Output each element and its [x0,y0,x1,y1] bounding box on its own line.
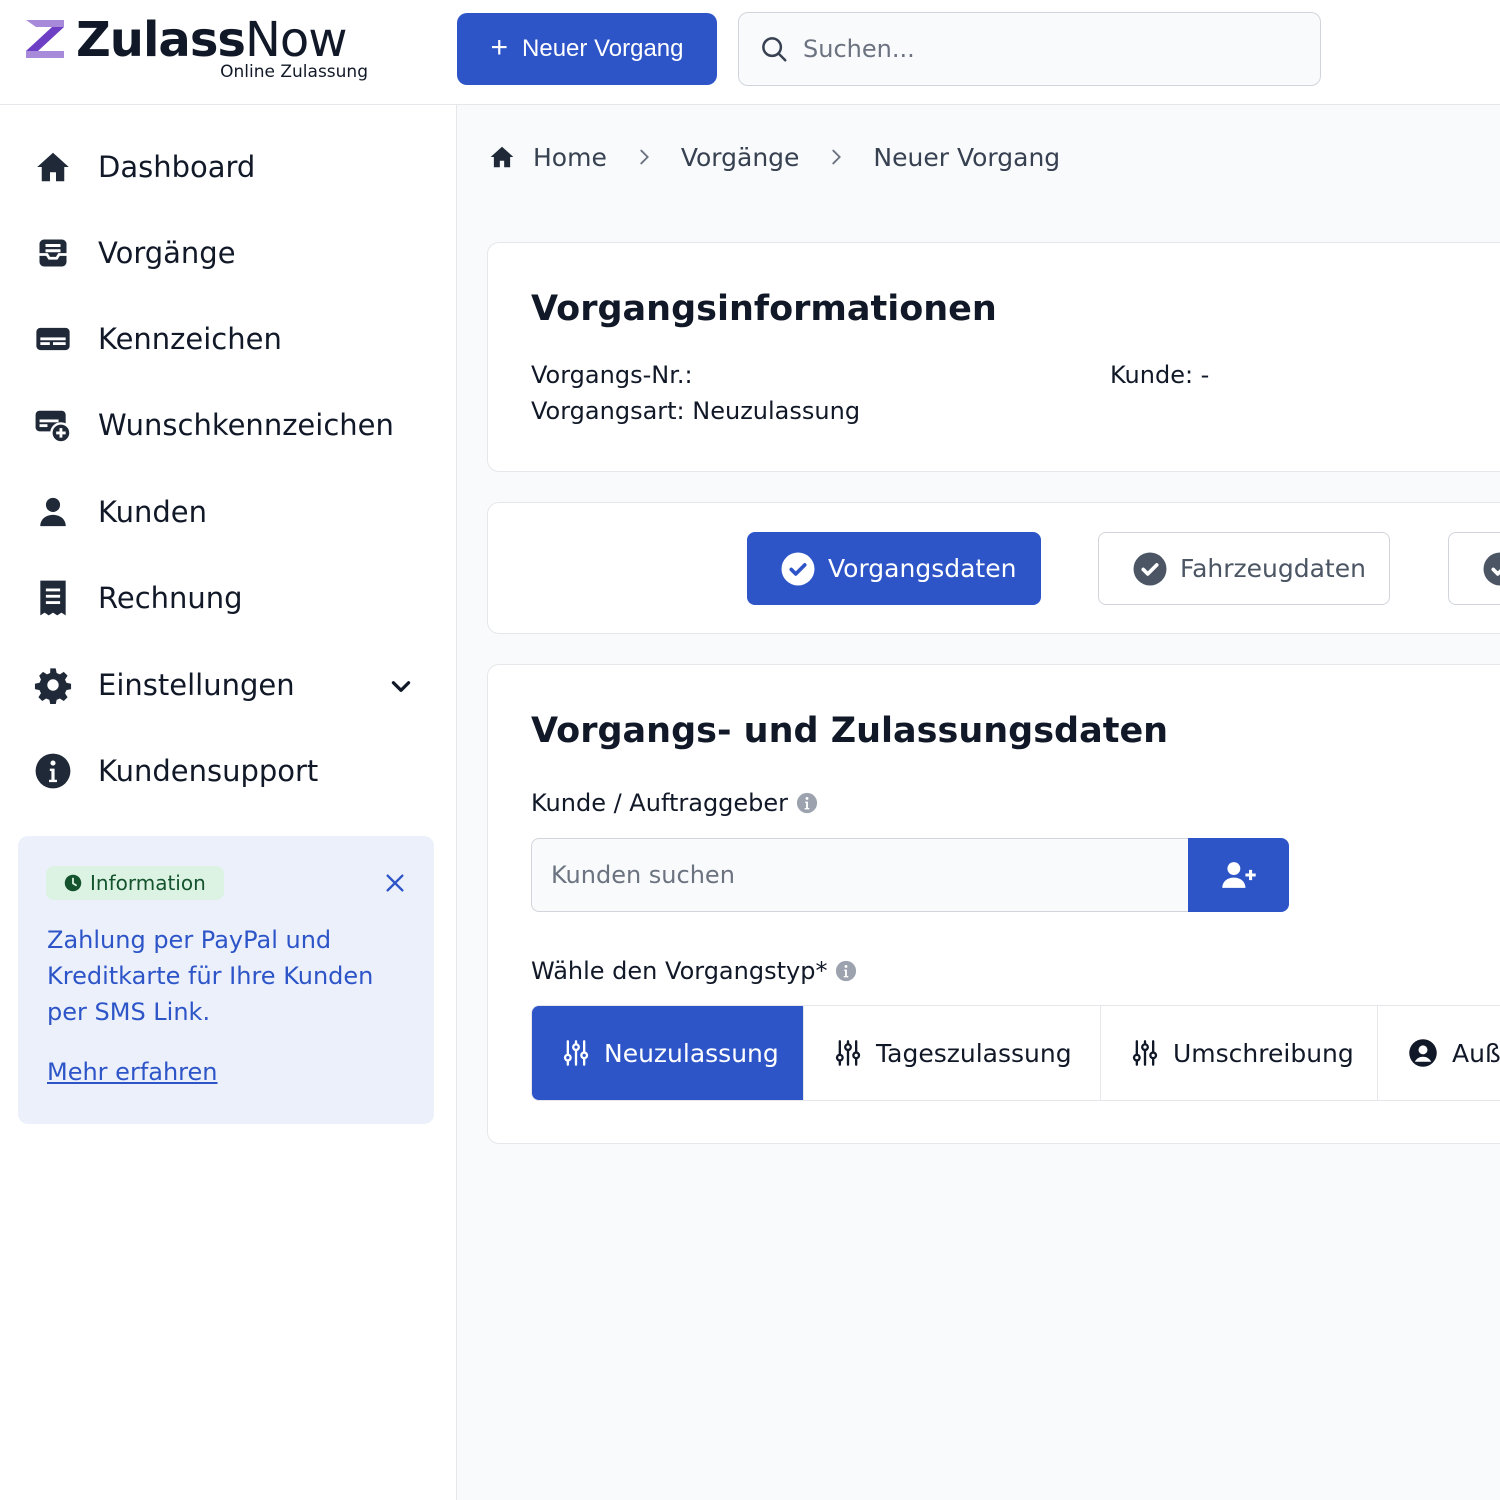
sliders-icon [835,1040,861,1066]
gear-icon [34,666,72,704]
breadcrumb-home[interactable]: Home [533,143,607,172]
user-circle-icon [1409,1039,1437,1067]
process-type-label: Wähle den Vorgangstyp* [531,957,857,985]
search-input[interactable] [803,35,1283,63]
process-type-tabs: Neuzulassung Tageszulassung Umschreibung… [531,1005,1500,1101]
customer-label-text: Kunde / Auftraggeber [531,789,789,817]
search-box[interactable] [738,12,1321,86]
info-badge: Information [46,866,224,900]
sidebar-item-wunschkennzeichen[interactable]: Wunschkennzeichen [34,395,424,455]
breadcrumb: Home Vorgänge Neuer Vorgang [489,135,1060,179]
process-type-label-text: Wähle den Vorgangstyp* [531,957,828,985]
inbox-icon [34,234,72,272]
step-vorgangsdaten[interactable]: Vorgangsdaten [747,532,1041,605]
type-label: Umschreibung [1173,1038,1354,1068]
user-plus-icon [1221,862,1256,888]
sidebar-item-kunden[interactable]: Kunden [34,482,424,542]
type-neuzulassung[interactable]: Neuzulassung [532,1006,804,1100]
new-process-button[interactable]: + Neuer Vorgang [457,13,717,85]
type-label: Tageszulassung [876,1038,1072,1068]
info-icon[interactable] [796,792,818,814]
info-text: Zahlung per PayPal und Kreditkarte für I… [47,926,374,1026]
sidebar-item-kundensupport[interactable]: Kundensupport [34,741,424,801]
sidebar-item-label: Kennzeichen [98,322,282,356]
sliders-icon [1132,1040,1158,1066]
registration-data-title: Vorgangs- und Zulassungsdaten [531,711,1169,751]
user-icon [34,493,72,531]
search-icon [762,37,787,62]
logo-mark-icon [26,20,64,58]
step-label: Vorgangsdaten [828,554,1017,583]
plus-icon: + [490,30,509,64]
sidebar-item-rechnung[interactable]: Rechnung [34,568,424,628]
home-icon [34,148,72,186]
add-customer-button[interactable] [1188,838,1289,912]
sidebar: Dashboard Vorgänge Kennzeichen Wunschken… [0,105,457,1500]
step-fahrzeugdaten[interactable]: Fahrzeugdaten [1098,532,1390,605]
info-icon [34,752,72,790]
close-icon[interactable] [384,872,406,894]
customer-search-input[interactable] [551,861,1171,889]
process-info-card: Vorgangsinformationen Vorgangs-Nr.: Vorg… [487,242,1500,472]
check-circle-icon [781,552,815,585]
chevron-right-icon [825,146,847,168]
sidebar-item-label: Kunden [98,495,207,529]
chevron-right-icon [633,146,655,168]
sidebar-item-label: Wunschkennzeichen [98,408,394,442]
sidebar-item-kennzeichen[interactable]: Kennzeichen [34,309,424,369]
info-icon[interactable] [835,960,857,982]
receipt-icon [34,579,72,617]
type-umschreibung[interactable]: Umschreibung [1101,1006,1378,1100]
main-content: Home Vorgänge Neuer Vorgang Vorgangsinfo… [457,105,1500,1500]
sidebar-item-label: Einstellungen [98,668,295,702]
type-label: Auß [1452,1038,1500,1068]
logo-text: ZulassNow [76,12,347,68]
process-number: Vorgangs-Nr.: [531,361,693,389]
check-circle-icon [1483,552,1500,585]
home-icon[interactable] [489,144,515,170]
chevron-down-icon[interactable] [388,673,414,699]
sidebar-item-label: Rechnung [98,581,243,615]
process-type: Vorgangsart: Neuzulassung [531,397,861,425]
type-label: Neuzulassung [604,1038,779,1068]
breadcrumb-current: Neuer Vorgang [873,142,1061,172]
breadcrumb-vorgaenge[interactable]: Vorgänge [681,143,800,172]
type-ausserbetriebsetzung[interactable]: Auß [1378,1006,1500,1100]
new-process-label: Neuer Vorgang [522,35,684,62]
license-plate-icon [34,320,72,358]
clock-icon [64,874,82,892]
sidebar-item-einstellungen[interactable]: Einstellungen [34,655,424,715]
sidebar-item-dashboard[interactable]: Dashboard [34,137,424,197]
logo-subtitle: Online Zulassung [220,62,368,82]
process-customer: Kunde: - [1110,361,1210,389]
step-label: Fahrzeugdaten [1180,554,1366,583]
process-info-title: Vorgangsinformationen [531,289,997,329]
sidebar-item-label: Vorgänge [98,236,236,270]
steps-card: Vorgangsdaten Fahrzeugdaten [487,502,1500,634]
sidebar-item-label: Kundensupport [98,754,319,788]
customer-label: Kunde / Auftraggeber [531,789,818,817]
info-card: Information Zahlung per PayPal und Kredi… [18,836,434,1124]
check-circle-icon [1133,552,1167,585]
customer-search-field[interactable] [531,838,1189,912]
step-next[interactable] [1448,532,1500,605]
sidebar-item-vorgaenge[interactable]: Vorgänge [34,223,424,283]
type-tageszulassung[interactable]: Tageszulassung [804,1006,1101,1100]
sidebar-item-label: Dashboard [98,150,256,184]
info-badge-label: Information [90,871,206,895]
sliders-icon [563,1040,589,1066]
top-header: ZulassNow Online Zulassung + Neuer Vorga… [0,0,1500,105]
learn-more-link[interactable]: Mehr erfahren [47,1058,218,1086]
registration-data-card: Vorgangs- und Zulassungsdaten Kunde / Au… [487,664,1500,1144]
plate-add-icon [34,406,72,444]
logo[interactable]: ZulassNow Online Zulassung [24,12,374,86]
